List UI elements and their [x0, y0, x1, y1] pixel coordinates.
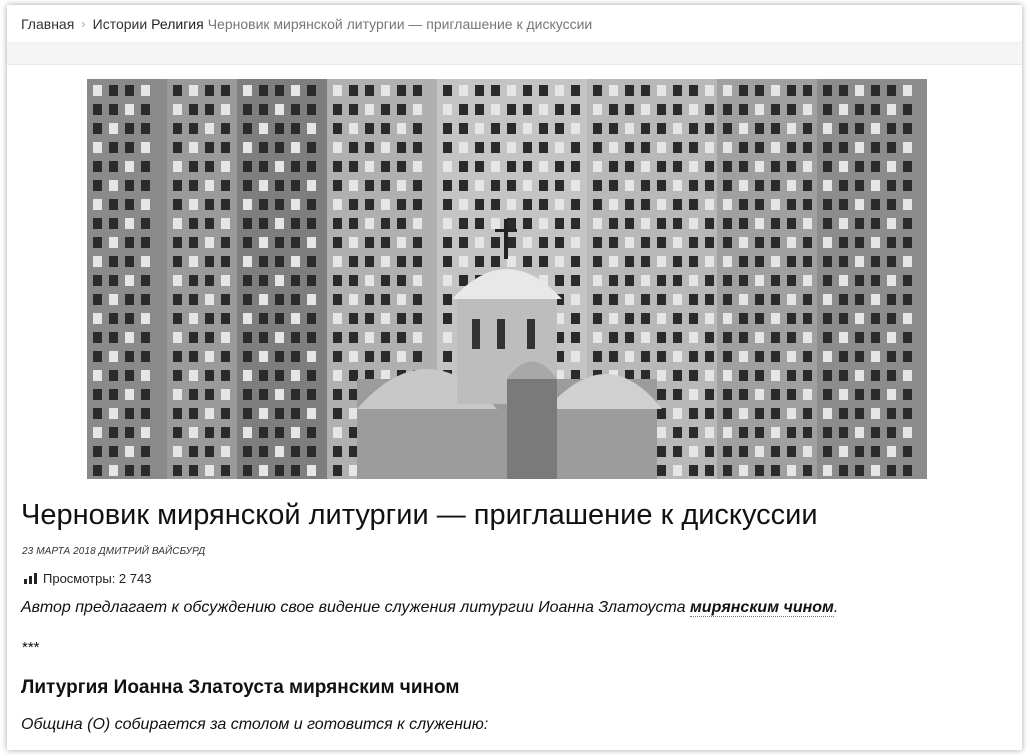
article-paragraph: Община (О) собирается за столом и готови… — [21, 716, 489, 733]
breadcrumb-section-link[interactable]: Истории — [93, 16, 148, 32]
breadcrumb-home-link[interactable]: Главная — [21, 16, 74, 32]
article-meta: 23 марта 2018 Дмитрий Вайсбурд — [22, 546, 206, 557]
views-counter: Просмотры: 2 743 — [24, 571, 151, 586]
church-photo-icon — [87, 79, 927, 479]
views-label: Просмотры: 2 743 — [43, 571, 152, 586]
article-title: Черновик мирянской литургии — приглашени… — [21, 499, 818, 531]
chevron-right-icon: › — [81, 16, 86, 31]
bar-chart-icon — [24, 573, 37, 584]
lead-text: Автор предлагает к обсуждению свое виден… — [21, 599, 690, 616]
page-frame: Главная › Истории Религия Черновик мирян… — [7, 5, 1022, 750]
section-separator: *** — [22, 639, 40, 656]
header-strip — [7, 43, 1022, 65]
article-lead: Автор предлагает к обсуждению свое виден… — [21, 599, 838, 617]
breadcrumb-current: Черновик мирянской литургии — приглашени… — [207, 15, 593, 32]
breadcrumb-category-link[interactable]: Религия — [151, 16, 204, 32]
article-subheading: Литургия Иоанна Златоуста мирянским чино… — [21, 677, 460, 698]
lead-end: . — [833, 599, 839, 616]
breadcrumb: Главная › Истории Религия Черновик мирян… — [7, 5, 1022, 43]
lead-link[interactable]: мирянским чином — [689, 599, 834, 617]
hero-image — [87, 79, 927, 479]
